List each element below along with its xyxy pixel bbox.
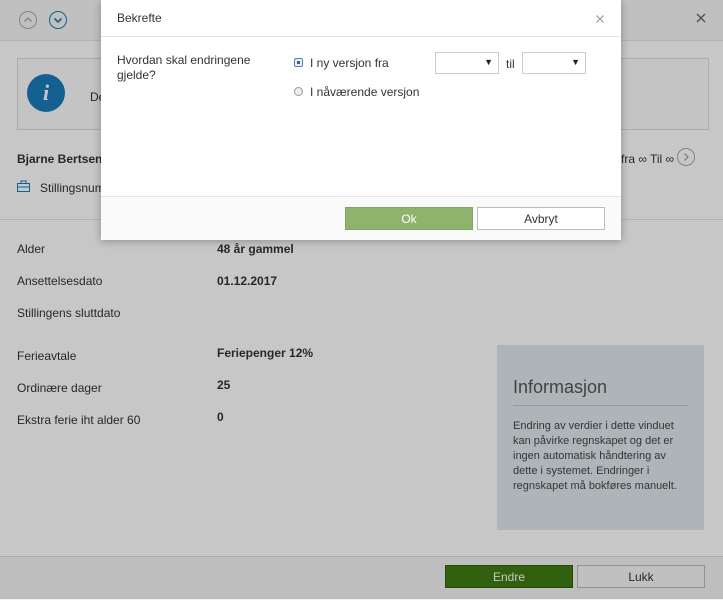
to-version-select[interactable]: ▼ — [522, 52, 586, 74]
confirm-dialog: Bekrefte Hvordan skal endringene gjelde?… — [101, 0, 621, 240]
to-label: til — [506, 57, 515, 71]
radio-current-version-label: I nåværende versjon — [310, 85, 420, 99]
dropdown-arrow-icon: ▼ — [484, 57, 493, 67]
ok-button[interactable]: Ok — [345, 207, 473, 230]
dialog-question: Hvordan skal endringene gjelde? — [117, 53, 251, 82]
from-version-select[interactable]: ▼ — [435, 52, 499, 74]
cancel-button[interactable]: Avbryt — [477, 207, 605, 230]
dialog-header: Bekrefte — [101, 0, 621, 37]
radio-new-version[interactable] — [294, 58, 303, 67]
dialog-footer: Ok Avbryt — [101, 196, 621, 240]
dropdown-arrow-icon: ▼ — [571, 57, 580, 67]
dialog-title: Bekrefte — [117, 11, 162, 25]
radio-new-version-label: I ny versjon fra — [310, 56, 389, 70]
radio-current-version[interactable] — [294, 87, 303, 96]
dialog-close-icon[interactable] — [595, 13, 605, 23]
